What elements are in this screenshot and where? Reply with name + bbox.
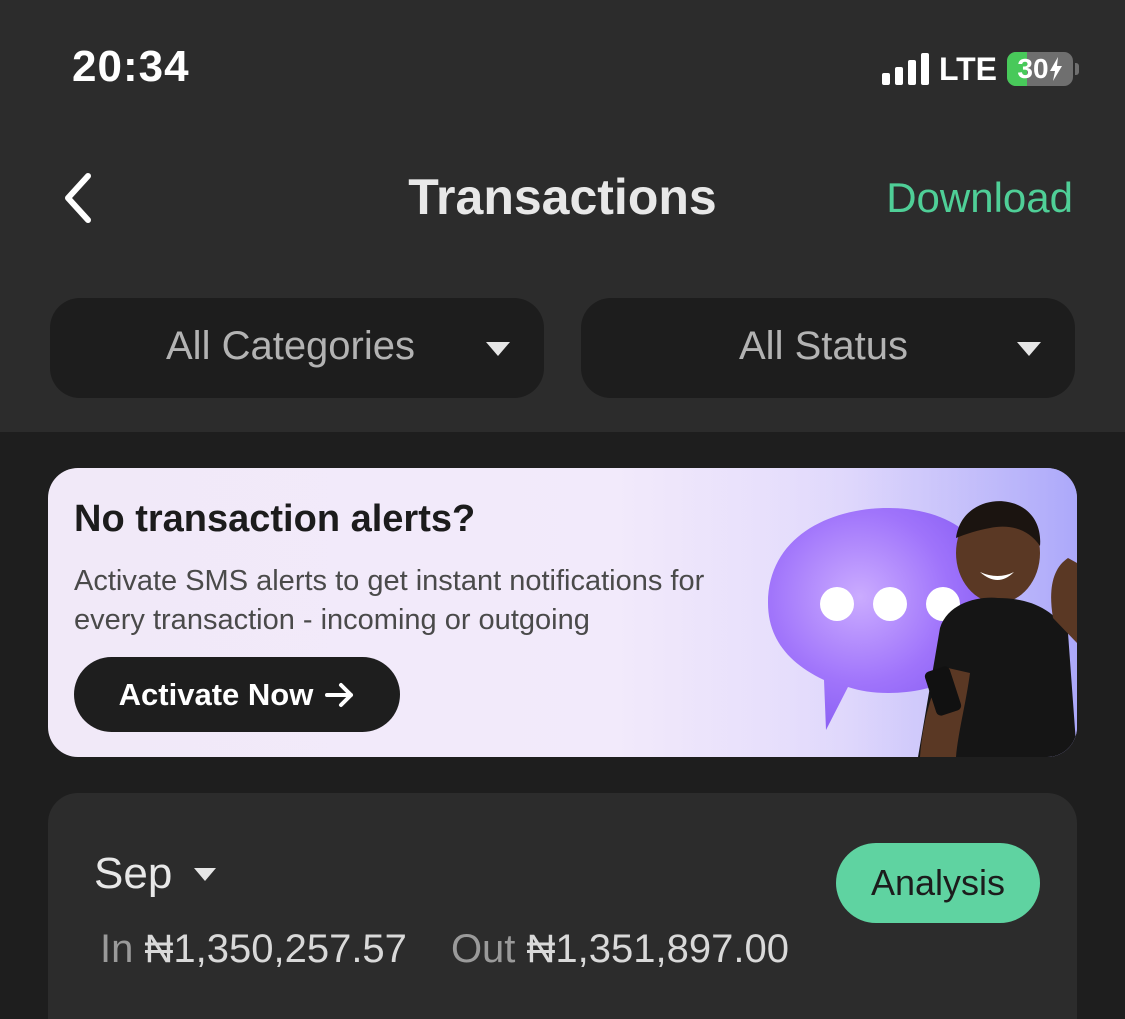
month-label: Sep xyxy=(94,849,173,898)
category-filter-dropdown[interactable]: All Categories xyxy=(50,298,544,398)
transactions-screen: 20:34 LTE 30 Transactions Download All C… xyxy=(0,0,1125,1019)
status-filter-dropdown[interactable]: All Status xyxy=(581,298,1075,398)
category-filter-value: All Categories xyxy=(166,324,416,368)
battery-icon: 30 xyxy=(1007,52,1073,86)
caret-down-icon xyxy=(194,867,217,881)
status-indicators: LTE 30 xyxy=(881,50,1079,88)
outflow-amount: ₦1,351,897.00 xyxy=(526,927,789,971)
inflow-amount: ₦1,350,257.57 xyxy=(144,927,407,971)
network-type: LTE xyxy=(938,50,997,87)
charging-bolt-icon xyxy=(1049,57,1062,81)
analysis-button[interactable]: Analysis xyxy=(836,843,1040,923)
outflow-label: Out xyxy=(450,927,516,971)
signal-icon xyxy=(881,53,929,85)
inflow-total: In ₦1,350,257.57 xyxy=(100,927,407,972)
arrow-right-icon xyxy=(325,682,354,707)
banner-title: No transaction alerts? xyxy=(74,498,476,540)
banner-description: Activate SMS alerts to get instant notif… xyxy=(74,565,705,636)
in-out-totals: In ₦1,350,257.57 Out ₦1,351,897.00 xyxy=(100,927,789,972)
monthly-summary-card: Sep Analysis In ₦1,350,257.57 Out ₦1,351… xyxy=(48,793,1077,1019)
header-area: 20:34 LTE 30 Transactions Download All C… xyxy=(0,0,1125,432)
download-button[interactable]: Download xyxy=(886,174,1073,222)
activate-now-button[interactable]: Activate Now xyxy=(74,657,400,732)
status-filter-value: All Status xyxy=(739,324,908,368)
sms-alerts-banner[interactable]: No transaction alerts? Activate SMS aler… xyxy=(48,468,1077,757)
caret-down-icon xyxy=(486,342,510,356)
activate-now-label: Activate Now xyxy=(118,676,314,712)
caret-down-icon xyxy=(1017,342,1041,356)
battery-level: 30 xyxy=(1017,53,1049,84)
outflow-total: Out ₦1,351,897.00 xyxy=(451,927,789,972)
month-selector[interactable]: Sep xyxy=(94,849,217,899)
inflow-label: In xyxy=(100,927,134,971)
status-time: 20:34 xyxy=(72,42,190,91)
battery-cap xyxy=(1075,63,1079,75)
